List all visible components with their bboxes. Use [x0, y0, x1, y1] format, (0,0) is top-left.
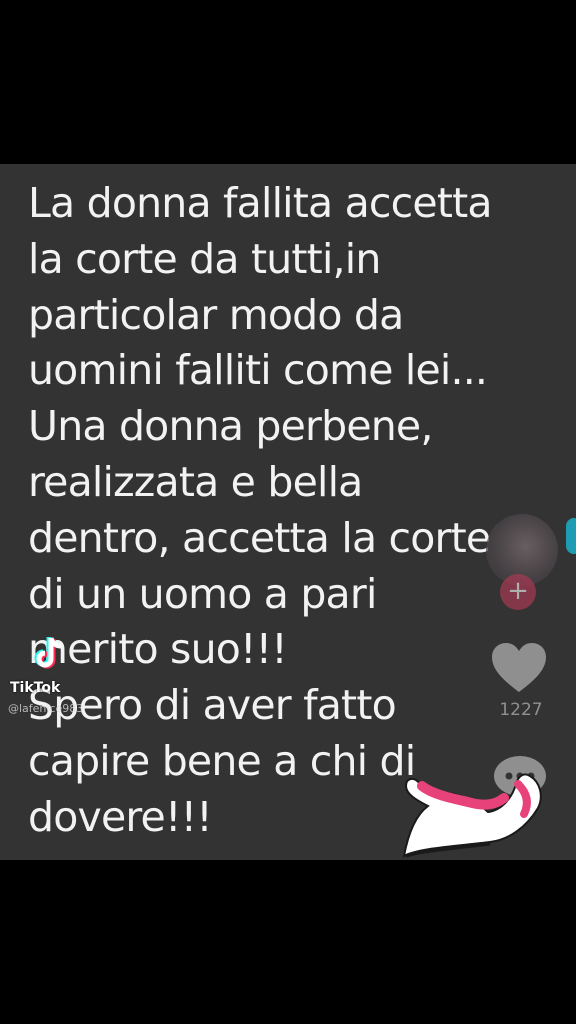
tiktok-logo-icon [34, 637, 62, 669]
flexed-arm-sticker-icon [402, 773, 542, 858]
tiktok-brand-label: TikTok [10, 680, 61, 696]
heart-icon[interactable] [490, 642, 548, 694]
video-screen: La donna fallita accetta la corte da tut… [0, 0, 576, 1024]
post-text: La donna fallita accetta la corte da tut… [28, 179, 493, 841]
like-count: 1227 [499, 700, 543, 720]
creator-handle: @lafenice983 [8, 702, 84, 715]
follow-button[interactable]: + [500, 574, 536, 610]
video-frame[interactable]: La donna fallita accetta la corte da tut… [0, 164, 576, 860]
tiktok-watermark: TikTok @lafenice983 [8, 634, 118, 724]
edge-badge [566, 518, 576, 554]
